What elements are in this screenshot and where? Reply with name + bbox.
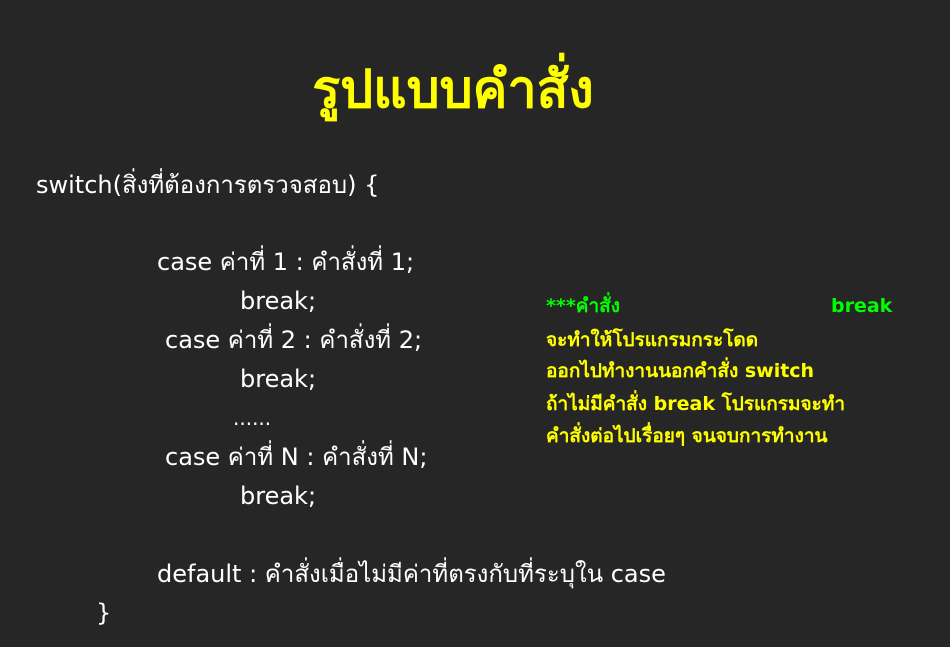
code-break-1: break; <box>240 287 317 315</box>
code-switch-open: switch(สิ่งที่ต้องการตรวจสอบ) { <box>36 171 380 199</box>
note-line-3: ถ้าไม่มีคำสั่ง break โปรแกรมจะทำ <box>546 393 846 415</box>
code-case-2: case ค่าที่ 2 : คำสั่งที่ 2; <box>165 326 423 354</box>
code-case-n: case ค่าที่ N : คำสั่งที่ N; <box>165 443 428 471</box>
code-break-n: break; <box>240 482 317 510</box>
note-line-1: จะทำให้โปรแกรมกระโดด <box>546 329 759 351</box>
slide: รูปแบบคำสั่ง switch(สิ่งที่ต้องการตรวจสอ… <box>0 0 950 647</box>
code-default: default : คำสั่งเมื่อไม่มีค่าที่ตรงกับที… <box>157 560 666 588</box>
code-close-brace: } <box>96 599 112 627</box>
note-heading-right: break <box>831 295 893 317</box>
page-title: รูปแบบคำสั่ง <box>312 60 594 120</box>
code-ellipsis: ...... <box>233 406 272 430</box>
code-case-1: case ค่าที่ 1 : คำสั่งที่ 1; <box>157 248 415 276</box>
note-line-4: คำสั่งต่อไปเรื่อยๆ จนจบการทำงาน <box>546 425 828 447</box>
code-break-2: break; <box>240 365 317 393</box>
note-heading-left: ***คำสั่ง <box>546 295 621 317</box>
note-line-2: ออกไปทำงานนอกคำสั่ง switch <box>546 360 815 382</box>
